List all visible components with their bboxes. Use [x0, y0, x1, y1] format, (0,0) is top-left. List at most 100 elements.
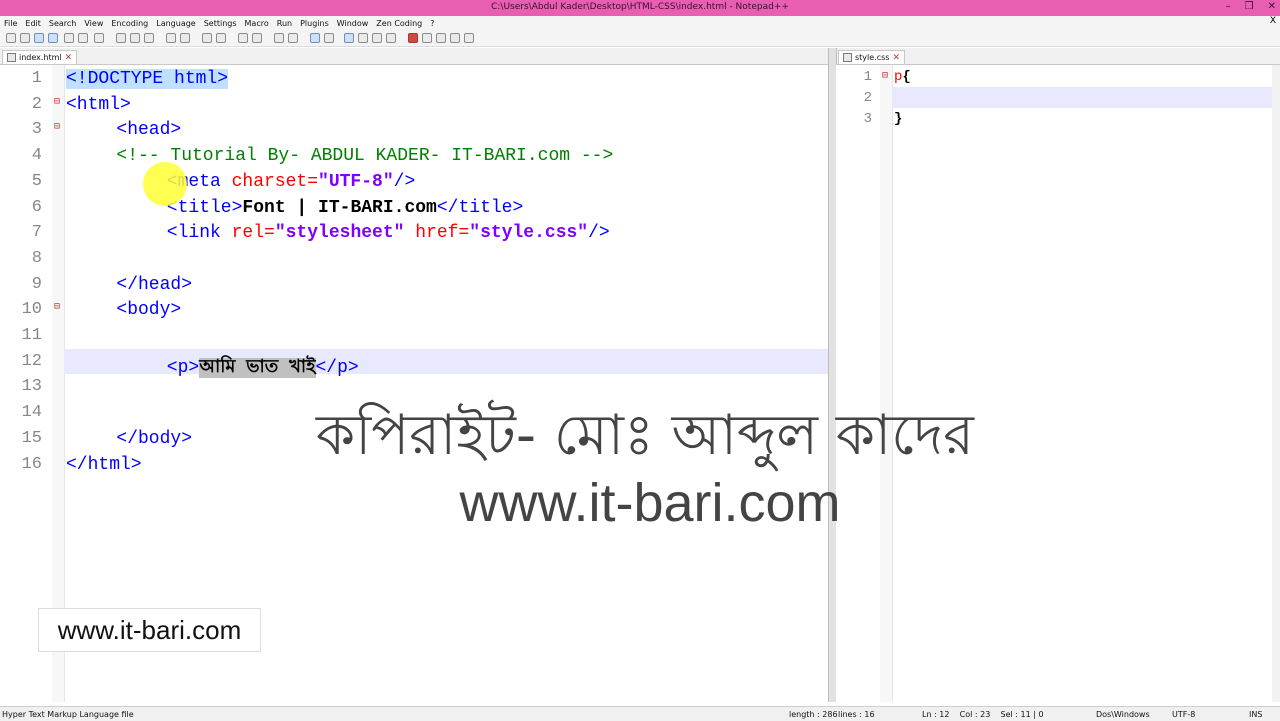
status-eol: Dos\Windows [1096, 710, 1150, 719]
tab-index-html[interactable]: index.html ✕ [2, 50, 78, 64]
fold-toggle-icon[interactable]: ⊟ [54, 121, 60, 133]
paste-icon[interactable] [144, 33, 154, 43]
menu-file[interactable]: File [0, 19, 21, 28]
line-number-gutter [836, 65, 893, 702]
code-line: </html> [66, 455, 142, 475]
vertical-scrollbar[interactable] [1272, 65, 1280, 702]
line-number: 9 [31, 274, 42, 294]
zoom-in-icon[interactable] [238, 33, 248, 43]
code-token: <body> [116, 300, 182, 321]
code-line: <link rel="stylesheet" href="style.css"/… [167, 223, 610, 243]
function-list-icon[interactable] [386, 33, 396, 43]
line-number: 14 [21, 403, 42, 423]
file-icon [843, 53, 852, 62]
code-token: Font | IT-BARI.com [242, 197, 437, 218]
redo-icon[interactable] [180, 33, 190, 43]
website-badge: www.it-bari.com [38, 608, 261, 652]
menu-view[interactable]: View [80, 19, 107, 28]
maximize-button[interactable]: ❒ [1245, 1, 1254, 12]
code-token: rel= [231, 223, 275, 244]
menu-plugins[interactable]: Plugins [296, 19, 333, 28]
save-icon[interactable] [34, 33, 44, 43]
current-line-highlight [892, 87, 1272, 108]
line-number: 4 [31, 146, 42, 166]
line-number: 15 [21, 428, 42, 448]
fold-toggle-icon[interactable]: ⊟ [882, 70, 888, 82]
code-token: /> [393, 171, 416, 192]
line-number: 16 [21, 454, 42, 474]
record-macro-icon[interactable] [408, 33, 418, 43]
tab-style-css[interactable]: style.css ✕ [838, 50, 906, 64]
code-line: <!-- Tutorial By- ABDUL KADER- IT-BARI.c… [116, 146, 613, 166]
minimize-button[interactable]: – [1226, 1, 1231, 12]
sync-horizontal-icon[interactable] [288, 33, 298, 43]
file-icon [7, 53, 16, 62]
code-line: </body> [116, 429, 192, 449]
editor-left[interactable]: 1 <!DOCTYPE html> 2 ⊟ <html> 3 ⊟ <head> 4 <!-- Tu… [0, 65, 828, 702]
fold-toggle-icon[interactable]: ⊟ [54, 301, 60, 313]
open-file-icon[interactable] [20, 33, 30, 43]
close-button[interactable]: ✕ [1268, 1, 1276, 12]
document-map-icon[interactable] [372, 33, 382, 43]
show-all-chars-icon[interactable] [324, 33, 334, 43]
code-token: <!-- Tutorial By- ABDUL KADER- IT-BARI.c… [116, 146, 614, 167]
code-line: <html> [66, 95, 131, 115]
close-file-icon[interactable] [64, 33, 74, 43]
run-macro-multiple-icon[interactable] [450, 33, 460, 43]
zoom-out-icon[interactable] [252, 33, 262, 43]
print-icon[interactable] [94, 33, 104, 43]
code-line: </head> [116, 275, 192, 295]
menu-encoding[interactable]: Encoding [107, 19, 152, 28]
language-define-icon[interactable] [358, 33, 368, 43]
undo-icon[interactable] [166, 33, 176, 43]
toolbar [0, 30, 1280, 47]
code-token: "stylesheet" [274, 223, 405, 244]
save-all-icon[interactable] [48, 33, 58, 43]
editor-right[interactable]: 1 ⊟ p{2 3} [836, 65, 1272, 702]
stop-macro-icon[interactable] [422, 33, 432, 43]
indent-guide-icon[interactable] [344, 33, 354, 43]
code-token: <!DOCTYPE html> [66, 69, 229, 89]
sync-vertical-icon[interactable] [274, 33, 284, 43]
fold-margin [52, 65, 64, 702]
menu-help[interactable]: ? [426, 19, 438, 28]
line-number: 1 [863, 69, 872, 85]
code-token: "UTF-8" [318, 171, 394, 192]
word-wrap-icon[interactable] [310, 33, 320, 43]
close-all-icon[interactable] [78, 33, 88, 43]
status-position: Ln : 12 Col : 23 Sel : 11 | 0 [922, 710, 1044, 719]
menu-edit[interactable]: Edit [21, 19, 45, 28]
fold-toggle-icon[interactable]: ⊟ [54, 96, 60, 108]
line-number: 2 [31, 94, 42, 114]
menu-settings[interactable]: Settings [200, 19, 241, 28]
play-macro-icon[interactable] [436, 33, 446, 43]
code-token: } [894, 111, 903, 127]
close-tab-icon[interactable]: ✕ [65, 53, 73, 63]
code-token: </p> [315, 357, 359, 378]
menu-macro[interactable]: Macro [241, 19, 273, 28]
close-tab-icon[interactable]: ✕ [892, 53, 900, 63]
copy-icon[interactable] [130, 33, 140, 43]
cut-icon[interactable] [116, 33, 126, 43]
line-number: 7 [31, 223, 42, 243]
line-number: 3 [863, 111, 872, 127]
menu-run[interactable]: Run [273, 19, 296, 28]
status-bar: Hyper Text Markup Language file length :… [0, 706, 1280, 721]
line-number: 2 [863, 90, 872, 106]
replace-icon[interactable] [216, 33, 226, 43]
menu-search[interactable]: Search [45, 19, 80, 28]
menu-zen-coding[interactable]: Zen Coding [372, 19, 426, 28]
find-icon[interactable] [202, 33, 212, 43]
new-file-icon[interactable] [6, 33, 16, 43]
line-number: 12 [21, 351, 42, 371]
menu-window[interactable]: Window [333, 19, 373, 28]
code-token: </title> [436, 197, 524, 218]
menu-language[interactable]: Language [152, 19, 199, 28]
fold-margin [880, 65, 892, 702]
line-number: 1 [31, 69, 42, 88]
line-number: 8 [31, 248, 42, 268]
save-macro-icon[interactable] [464, 33, 474, 43]
code-token: </body> [116, 428, 193, 449]
close-document-icon[interactable]: X [1270, 16, 1276, 26]
line-number: 6 [31, 197, 42, 217]
